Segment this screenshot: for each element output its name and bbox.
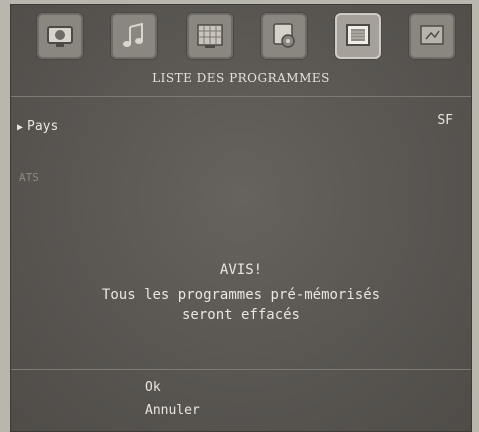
menu-tab-programme-list[interactable] bbox=[335, 13, 381, 59]
notice-line-1: Tous les programmes pré-mémorisés bbox=[101, 287, 381, 303]
notice-title: AVIS! bbox=[219, 262, 263, 278]
selection-arrow-icon: ▶ bbox=[17, 122, 24, 133]
programme-list-icon bbox=[346, 24, 370, 46]
menu-tab-picture[interactable] bbox=[187, 13, 233, 59]
tv-osd-screen: LISTE DES PROGRAMMES ▶ Pays SF ATS AVIS! … bbox=[10, 4, 472, 432]
notice-line-2: seront effacés bbox=[181, 307, 300, 323]
extras-icon bbox=[420, 25, 444, 45]
menu-tab-settings[interactable] bbox=[261, 13, 307, 59]
divider bbox=[11, 369, 471, 370]
menu-icon-bar bbox=[37, 13, 457, 69]
country-setting-row[interactable]: ▶ Pays bbox=[17, 119, 58, 134]
faint-label: ATS bbox=[19, 171, 39, 184]
gear-settings-icon bbox=[273, 23, 295, 48]
menu-tab-image[interactable] bbox=[37, 13, 83, 59]
menu-title: LISTE DES PROGRAMMES bbox=[152, 71, 330, 85]
menu-tab-sound[interactable] bbox=[111, 13, 157, 59]
country-value: SF bbox=[437, 113, 453, 128]
ok-option[interactable]: Ok bbox=[145, 380, 161, 395]
cancel-option[interactable]: Annuler bbox=[145, 403, 200, 418]
country-label: Pays bbox=[27, 119, 59, 134]
divider bbox=[11, 96, 471, 97]
tv-image-icon bbox=[47, 26, 73, 47]
grid-picture-icon bbox=[197, 24, 223, 48]
menu-tab-extras[interactable] bbox=[409, 13, 455, 59]
music-note-icon bbox=[123, 22, 143, 47]
